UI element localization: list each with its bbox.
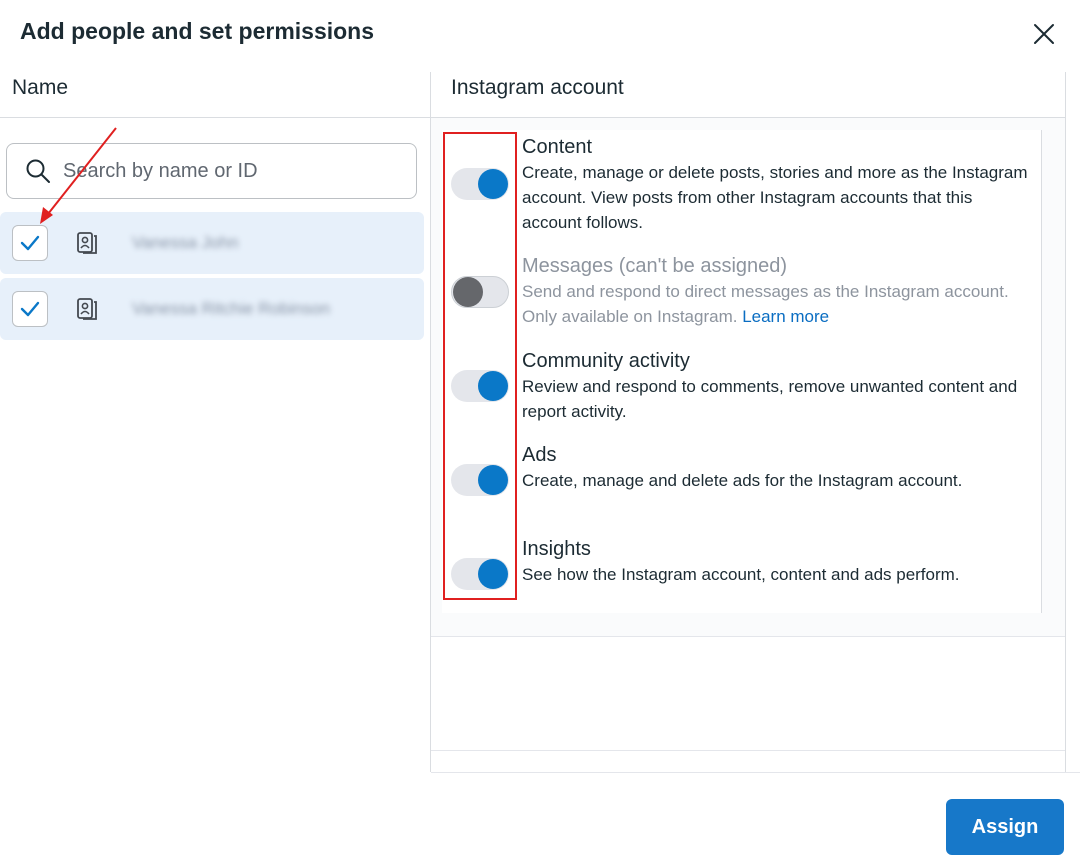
learn-more-link[interactable]: Learn more — [742, 307, 829, 326]
permission-description: Create, manage and delete ads for the In… — [522, 471, 963, 490]
close-icon — [1034, 24, 1054, 44]
permission-ads: Ads Create, manage and delete ads for th… — [522, 442, 1032, 493]
permission-title: Community activity — [522, 350, 690, 372]
permission-description: See how the Instagram account, content a… — [522, 565, 960, 584]
permission-description: Send and respond to direct messages as t… — [522, 279, 1032, 329]
permission-title: Messages (can't be assigned) — [522, 255, 788, 277]
panel-edge — [1065, 72, 1066, 772]
assign-button[interactable]: Assign — [946, 799, 1064, 855]
permission-content: Content Create, manage or delete posts, … — [522, 134, 1032, 235]
permission-title: Content — [522, 136, 593, 158]
person-row[interactable]: Vanessa Ritchie Robinson — [0, 278, 424, 340]
person-checkbox[interactable] — [12, 291, 48, 327]
account-column-header: Instagram account — [451, 76, 624, 99]
panel-divider — [431, 636, 1065, 637]
annotation-arrow-icon — [40, 127, 117, 224]
permission-community-activity: Community activity Review and respond to… — [522, 348, 1032, 424]
permission-messages: Messages (can't be assigned) Send and re… — [522, 253, 1032, 329]
annotation-highlight-box — [443, 132, 517, 600]
panel-divider — [431, 772, 1080, 773]
permission-description: Review and respond to comments, remove u… — [522, 377, 1018, 421]
close-button[interactable] — [1030, 20, 1058, 48]
permission-insights: Insights See how the Instagram account, … — [522, 536, 1032, 587]
person-card-icon — [77, 298, 97, 320]
permission-title: Ads — [522, 444, 557, 466]
permission-description: Create, manage or delete posts, stories … — [522, 163, 1028, 232]
person-name: Vanessa Ritchie Robinson — [132, 299, 331, 318]
panel-divider — [431, 750, 1065, 751]
permission-title: Insights — [522, 538, 591, 560]
person-name: Vanessa John — [132, 233, 239, 252]
checkmark-icon — [20, 301, 40, 317]
